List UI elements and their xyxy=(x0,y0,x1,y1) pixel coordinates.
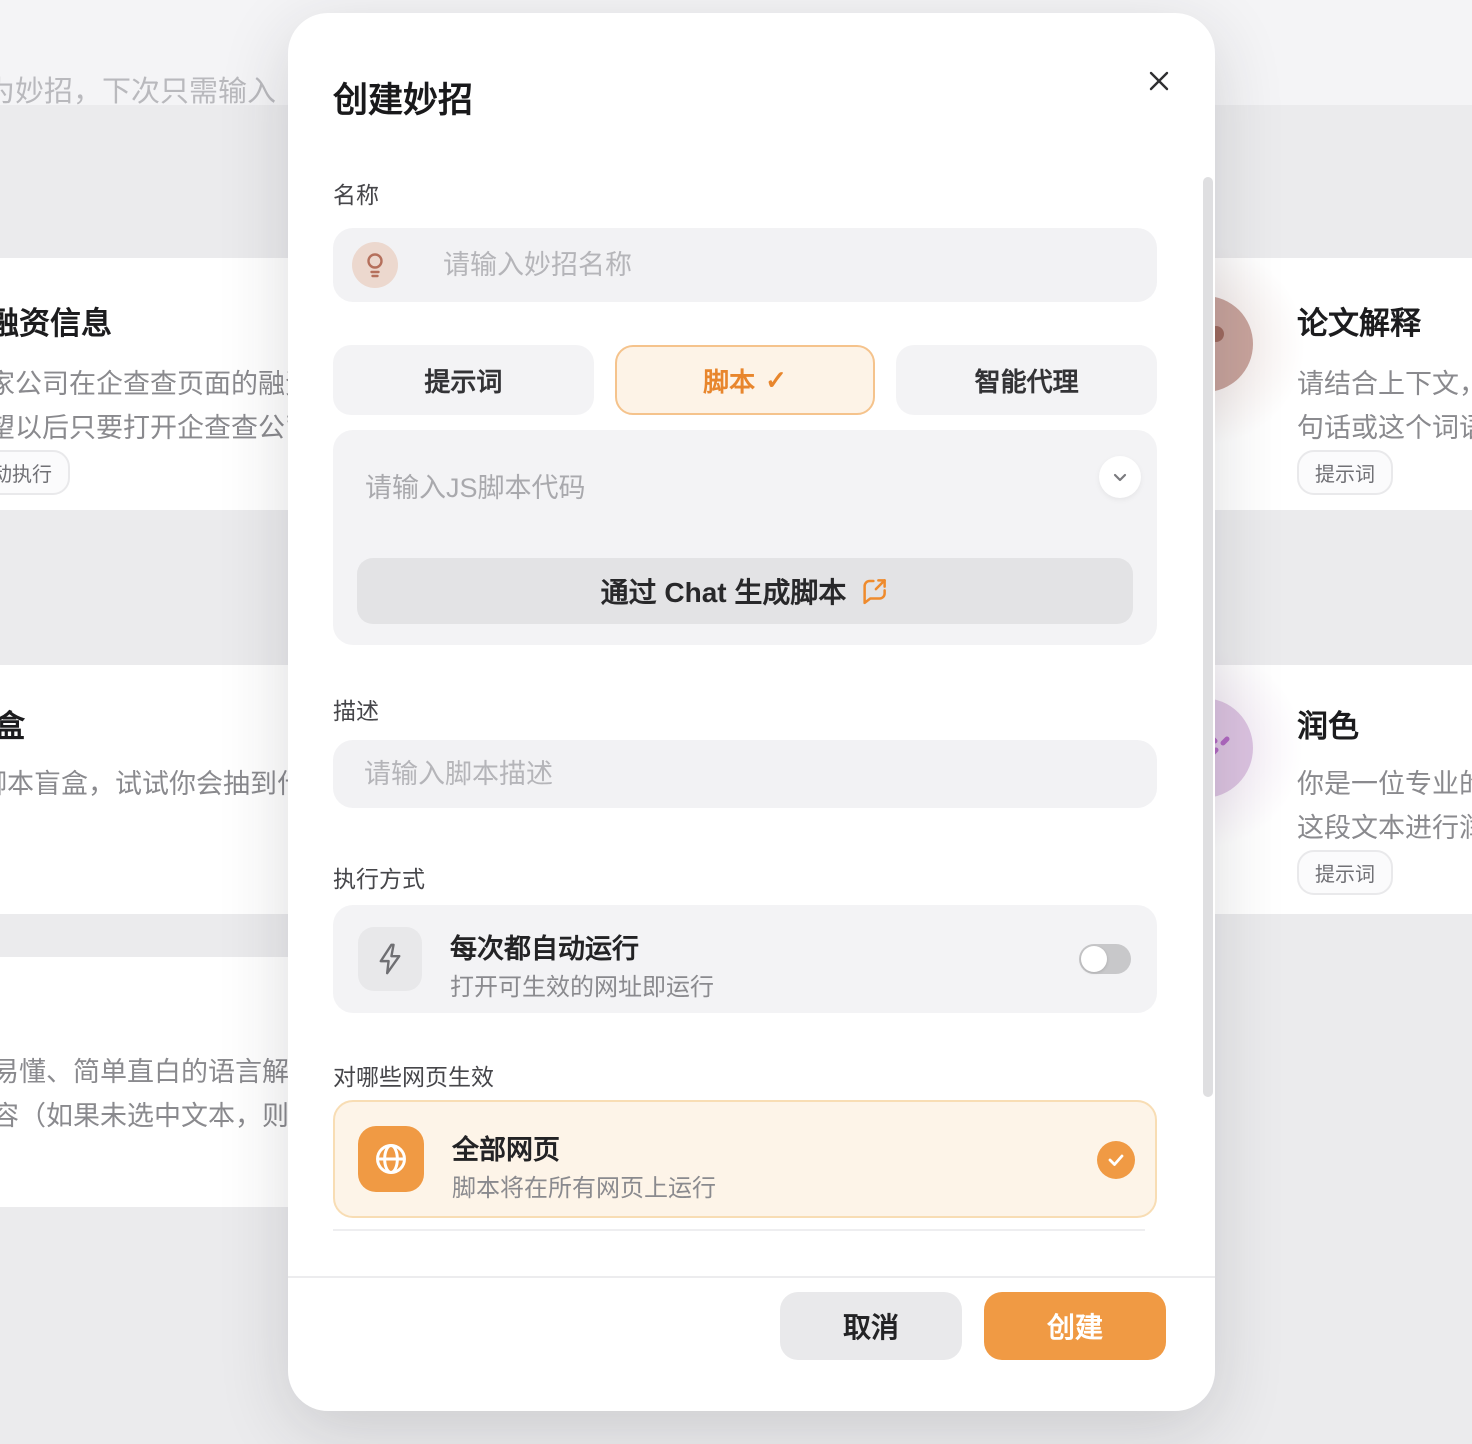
name-input-wrap xyxy=(333,228,1157,302)
desc-label: 描述 xyxy=(333,692,379,726)
selected-check-icon xyxy=(1097,1141,1135,1179)
financing-card-badge: 动执行 xyxy=(0,450,70,495)
section-divider xyxy=(333,1229,1145,1231)
close-icon xyxy=(1145,67,1173,95)
collapse-button[interactable] xyxy=(1099,456,1141,498)
paper-card-title: 论文解释 xyxy=(1297,298,1421,343)
lightbulb-icon xyxy=(352,242,398,288)
financing-card-title: 融资信息 xyxy=(0,298,112,343)
name-input[interactable] xyxy=(333,228,1157,302)
box-card-line1: 脚本盲盒，试试你会抽到什么 xyxy=(0,762,331,801)
tab-prompt[interactable]: 提示词 xyxy=(333,345,594,415)
chevron-down-icon xyxy=(1109,466,1131,488)
script-placeholder: 请输入JS脚本代码 xyxy=(365,466,586,505)
tab-prompt-label: 提示词 xyxy=(424,362,502,399)
all-pages-subtitle: 脚本将在所有网页上运行 xyxy=(452,1168,716,1203)
all-pages-title: 全部网页 xyxy=(452,1128,560,1167)
exec-label: 执行方式 xyxy=(333,860,425,894)
paper-card-badge: 提示词 xyxy=(1297,450,1393,495)
type-tabs: 提示词 脚本 ✓ 智能代理 xyxy=(333,345,1157,415)
all-pages-card[interactable]: 全部网页 脚本将在所有网页上运行 xyxy=(333,1100,1157,1218)
auto-run-title: 每次都自动运行 xyxy=(450,927,639,966)
tab-agent-label: 智能代理 xyxy=(975,362,1079,399)
generate-script-label: 通过 Chat 生成脚本 xyxy=(601,571,847,611)
auto-run-subtitle: 打开可生效的网址即运行 xyxy=(450,967,714,1002)
polish-card-line1: 你是一位专业的文 xyxy=(1297,762,1472,801)
script-editor-area[interactable]: 请输入JS脚本代码 通过 Chat 生成脚本 xyxy=(333,430,1157,645)
modal-scrollbar[interactable] xyxy=(1203,177,1213,1097)
auto-run-card: 每次都自动运行 打开可生效的网址即运行 xyxy=(333,905,1157,1013)
tab-agent[interactable]: 智能代理 xyxy=(896,345,1157,415)
name-label: 名称 xyxy=(333,176,379,210)
paper-card-line2: 句话或这个词语。 xyxy=(1297,406,1472,445)
footer-divider xyxy=(288,1276,1215,1278)
desc-input[interactable] xyxy=(333,740,1157,808)
generate-script-button[interactable]: 通过 Chat 生成脚本 xyxy=(357,558,1133,624)
toggle-knob xyxy=(1081,946,1107,972)
pages-label: 对哪些网页生效 xyxy=(333,1058,494,1092)
tab-check-icon: ✓ xyxy=(765,365,787,396)
close-button[interactable] xyxy=(1139,61,1179,101)
cancel-button[interactable]: 取消 xyxy=(780,1292,962,1360)
paper-card-line1: 请结合上下文，用 xyxy=(1297,362,1472,401)
polish-card-badge: 提示词 xyxy=(1297,850,1393,895)
create-trick-modal: 创建妙招 名称 提示词 脚本 ✓ xyxy=(288,13,1215,1411)
lightning-icon xyxy=(358,927,422,991)
desc-input-wrap xyxy=(333,740,1157,808)
polish-card-title: 润色 xyxy=(1297,701,1359,746)
tab-script[interactable]: 脚本 ✓ xyxy=(615,345,876,415)
modal-title: 创建妙招 xyxy=(333,72,473,123)
create-button[interactable]: 创建 xyxy=(984,1292,1166,1360)
auto-run-toggle[interactable] xyxy=(1079,944,1131,974)
globe-icon xyxy=(358,1126,424,1192)
box-card-title: 盒 xyxy=(0,701,25,746)
polish-card-line2: 这段文本进行润色 xyxy=(1297,806,1472,845)
tab-script-label: 脚本 xyxy=(703,362,755,399)
chat-external-icon xyxy=(859,576,889,606)
